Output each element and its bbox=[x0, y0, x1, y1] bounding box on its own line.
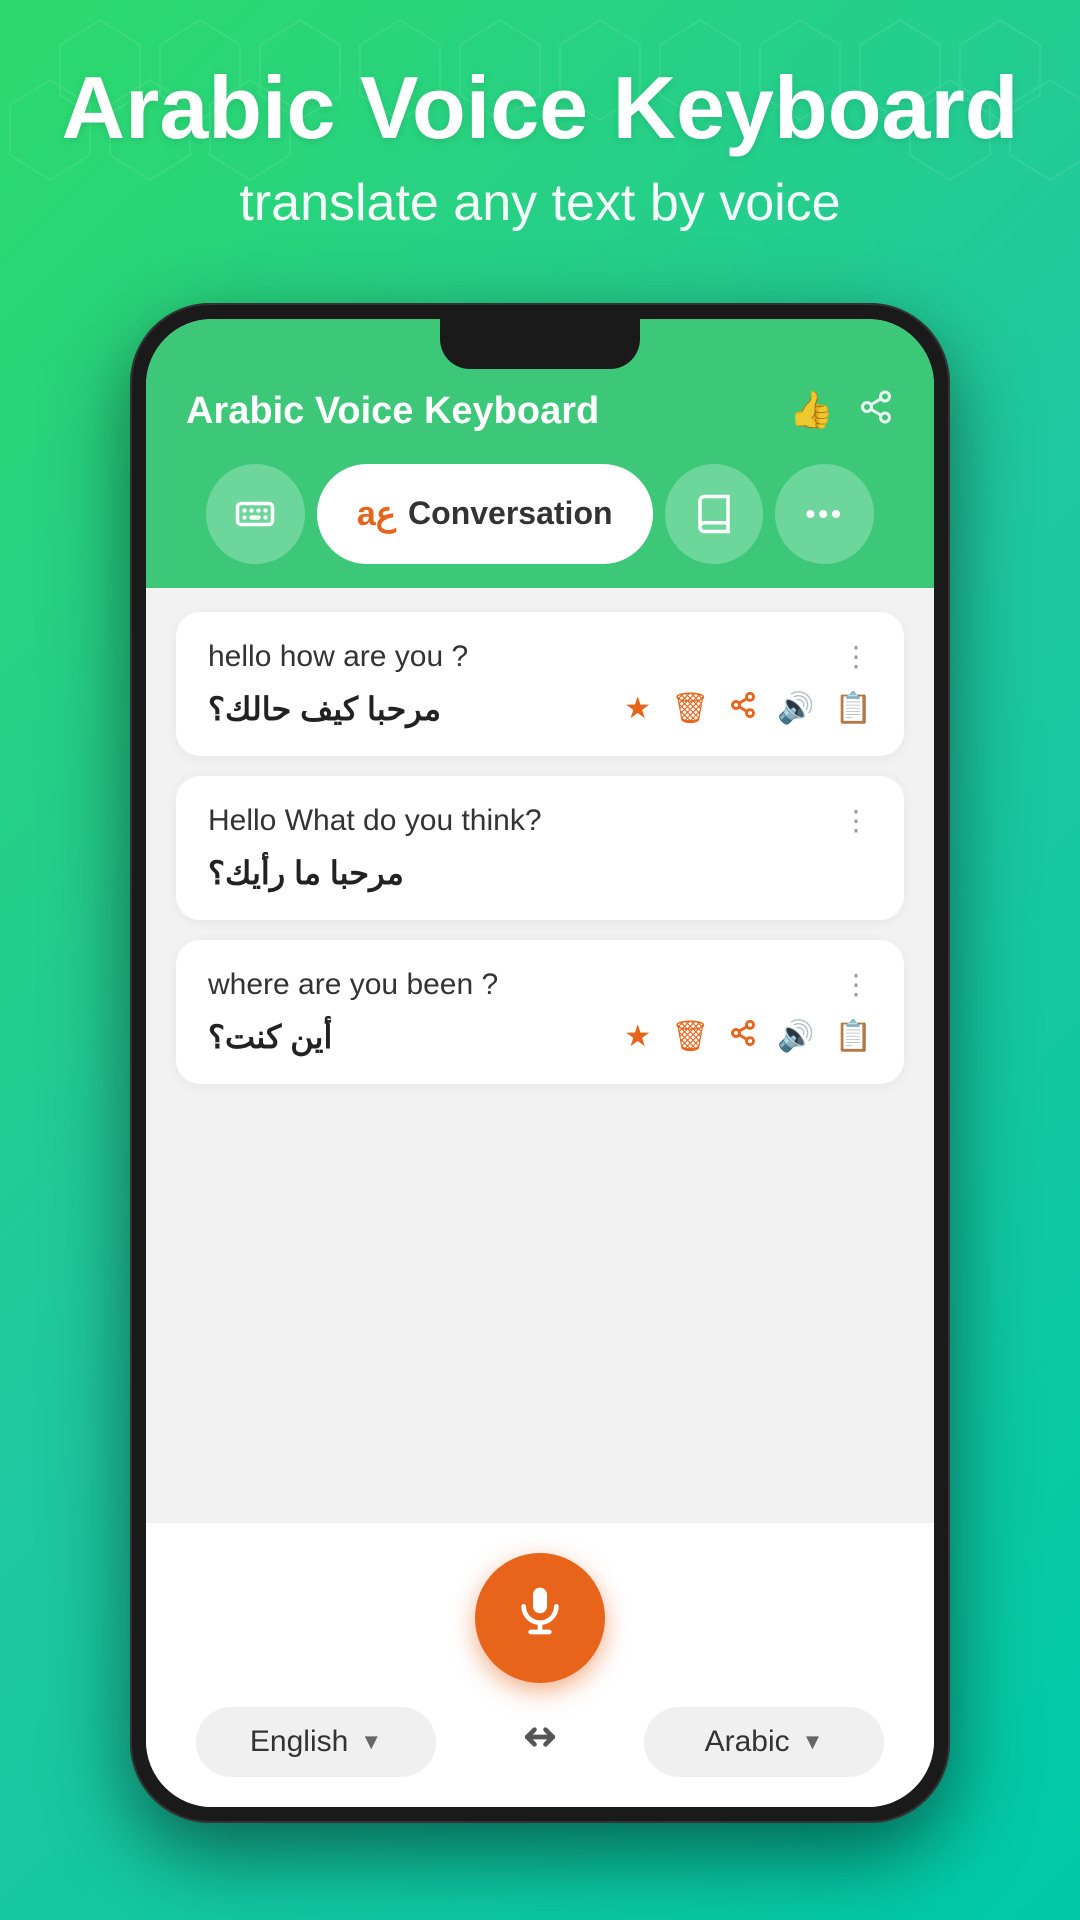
copy-icon-3[interactable]: 📋 bbox=[835, 1019, 872, 1054]
translated-text-3: أين كنت؟ bbox=[208, 1018, 332, 1056]
delete-icon-3[interactable]: 🗑 bbox=[671, 1019, 709, 1054]
like-icon[interactable]: 👍 bbox=[789, 389, 834, 434]
copy-icon-1[interactable]: 📋 bbox=[835, 691, 872, 726]
more-options-3[interactable]: ⋮ bbox=[842, 968, 872, 1001]
language-row: English ▼ Arabic ▼ bbox=[186, 1707, 894, 1777]
phone-wrapper: Arabic Voice Keyboard 👍 bbox=[0, 303, 1080, 1823]
card-top-2: Hello What do you think? ⋮ bbox=[208, 804, 872, 838]
conversation-tab-label: Conversation bbox=[408, 495, 612, 532]
hero-section: Arabic Voice Keyboard translate any text… bbox=[0, 0, 1080, 273]
bottom-area: English ▼ Arabic ▼ bbox=[146, 1523, 934, 1807]
mic-button[interactable] bbox=[475, 1553, 605, 1683]
card-top-1: hello how are you ? ⋮ bbox=[208, 640, 872, 674]
target-language-chevron: ▼ bbox=[802, 1729, 824, 1755]
mic-icon bbox=[512, 1583, 568, 1652]
speaker-icon-1[interactable]: 🔊 bbox=[777, 691, 814, 726]
swap-languages-button[interactable] bbox=[518, 1715, 562, 1768]
speaker-icon-3[interactable]: 🔊 bbox=[777, 1019, 814, 1054]
phone-screen: Arabic Voice Keyboard 👍 bbox=[146, 319, 934, 1807]
app-title-row: Arabic Voice Keyboard 👍 bbox=[186, 389, 894, 434]
action-icons-3: ★ 🗑 🔊 📋 bbox=[624, 1019, 872, 1055]
more-options-1[interactable]: ⋮ bbox=[842, 640, 872, 673]
card-top-3: where are you been ? ⋮ bbox=[208, 968, 872, 1002]
translation-card-1: hello how are you ? ⋮ مرحبا كيف حالك؟ ★ … bbox=[176, 612, 904, 756]
more-options-2[interactable]: ⋮ bbox=[842, 804, 872, 837]
share-icon[interactable] bbox=[858, 389, 894, 434]
delete-icon-1[interactable]: 🗑 bbox=[671, 691, 709, 726]
conversation-tab[interactable]: aع Conversation bbox=[317, 464, 653, 564]
source-text-3: where are you been ? bbox=[208, 968, 842, 1002]
card-bottom-2: مرحبا ما رأيك؟ bbox=[208, 854, 872, 892]
translation-card-2: Hello What do you think? ⋮ مرحبا ما رأيك… bbox=[176, 776, 904, 920]
hero-title: Arabic Voice Keyboard bbox=[60, 60, 1020, 157]
source-language-button[interactable]: English ▼ bbox=[196, 1707, 436, 1777]
conversation-tab-icon: aع bbox=[357, 494, 396, 534]
more-tab[interactable]: ••• bbox=[775, 464, 874, 564]
share-action-icon-1[interactable] bbox=[729, 691, 757, 727]
header-icons: 👍 bbox=[789, 389, 894, 434]
book-tab[interactable] bbox=[665, 464, 764, 564]
share-action-icon-3[interactable] bbox=[729, 1019, 757, 1055]
phone-frame: Arabic Voice Keyboard 👍 bbox=[130, 303, 950, 1823]
translated-text-2: مرحبا ما رأيك؟ bbox=[208, 854, 404, 892]
source-text-1: hello how are you ? bbox=[208, 640, 842, 674]
star-icon-1[interactable]: ★ bbox=[624, 691, 651, 726]
star-icon-3[interactable]: ★ bbox=[624, 1019, 651, 1054]
target-language-label: Arabic bbox=[705, 1725, 790, 1759]
target-language-button[interactable]: Arabic ▼ bbox=[644, 1707, 884, 1777]
source-language-label: English bbox=[250, 1725, 348, 1759]
card-bottom-3: أين كنت؟ ★ 🗑 🔊 📋 bbox=[208, 1018, 872, 1056]
translation-card-3: where are you been ? ⋮ أين كنت؟ ★ 🗑 bbox=[176, 940, 904, 1084]
translated-text-1: مرحبا كيف حالك؟ bbox=[208, 690, 441, 728]
tab-bar: aع Conversation ••• bbox=[186, 464, 894, 588]
card-bottom-1: مرحبا كيف حالك؟ ★ 🗑 🔊 📋 bbox=[208, 690, 872, 728]
source-text-2: Hello What do you think? bbox=[208, 804, 842, 838]
content-area: hello how are you ? ⋮ مرحبا كيف حالك؟ ★ … bbox=[146, 588, 934, 1523]
app-title: Arabic Voice Keyboard bbox=[186, 390, 599, 433]
hero-subtitle: translate any text by voice bbox=[60, 173, 1020, 233]
action-icons-1: ★ 🗑 🔊 📋 bbox=[624, 691, 872, 727]
phone-notch bbox=[440, 319, 640, 369]
keyboard-tab[interactable] bbox=[206, 464, 305, 564]
source-language-chevron: ▼ bbox=[360, 1729, 382, 1755]
